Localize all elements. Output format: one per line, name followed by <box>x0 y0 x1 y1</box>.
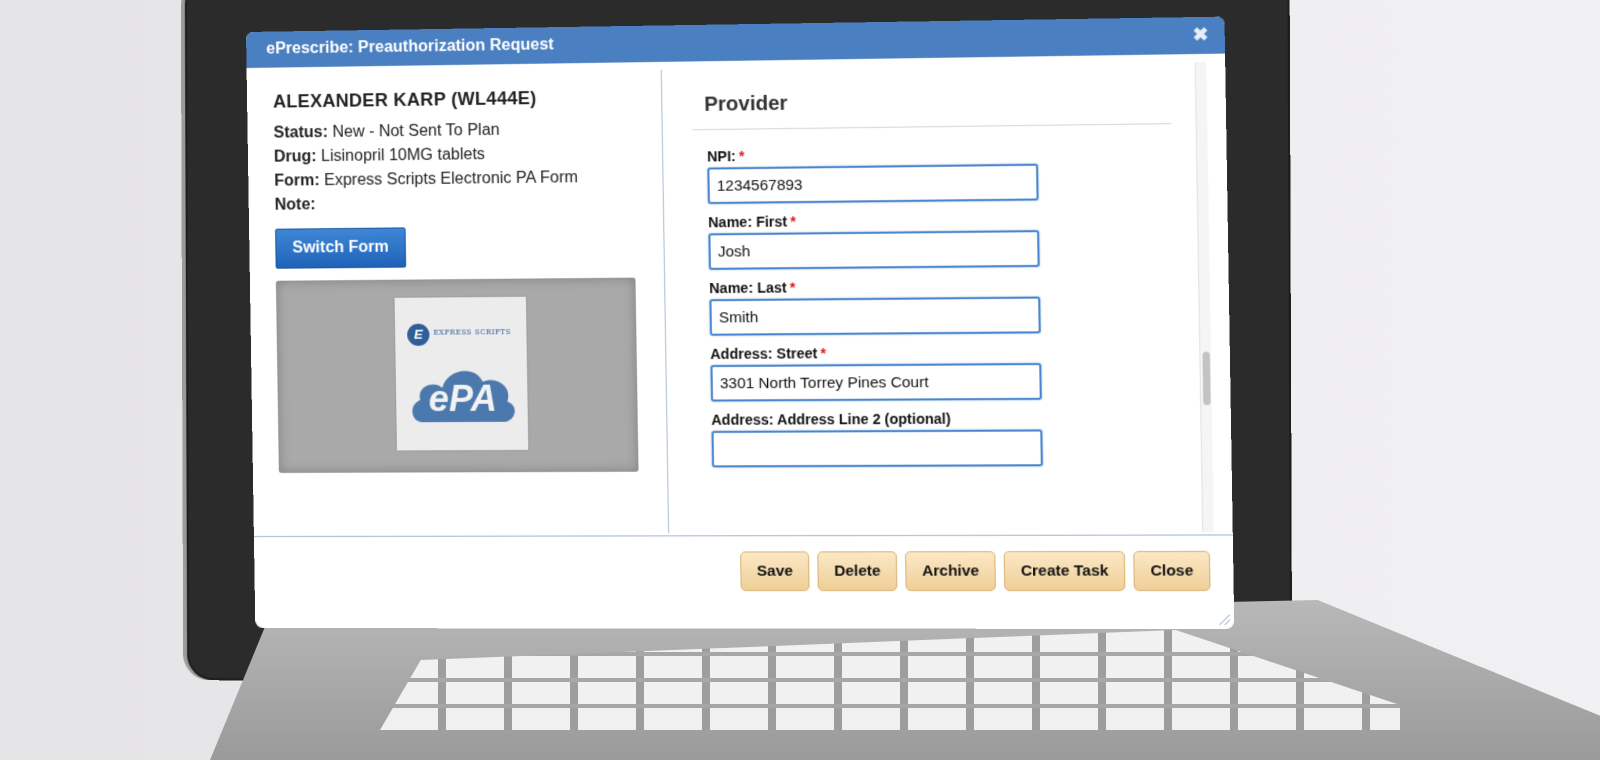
address-line2-input[interactable] <box>712 429 1043 467</box>
section-divider <box>692 123 1171 130</box>
resize-handle-icon[interactable] <box>1219 615 1230 625</box>
form-row: Form: Express Scripts Electronic PA Form <box>274 168 658 191</box>
npi-label: NPI:* <box>707 143 1180 165</box>
status-row: Status: New - Not Sent To Plan <box>273 120 657 143</box>
create-task-button[interactable]: Create Task <box>1004 551 1126 591</box>
screen: ePrescribe: Preauthorization Request ✖ A… <box>246 17 1234 629</box>
form-value: Express Scripts Electronic PA Form <box>324 169 578 189</box>
form-label: Form: <box>274 172 320 190</box>
npi-input[interactable] <box>707 164 1038 204</box>
street-label: Address: Street* <box>710 343 1183 362</box>
form-preview: E EXPRESS SCRIPTS ePA <box>276 278 639 473</box>
drug-label: Drug: <box>274 148 317 166</box>
close-button[interactable]: Close <box>1133 551 1210 591</box>
address-line2-label: Address: Address Line 2 (optional) <box>711 409 1185 428</box>
patient-summary: ALEXANDER KARP (WL444E) Status: New - No… <box>273 86 663 473</box>
note-label: Note: <box>275 196 316 213</box>
epa-text: ePA <box>414 377 512 420</box>
street-input[interactable] <box>710 363 1041 402</box>
provider-panel: Provider NPI:* Name: First* Name: Last* … <box>692 77 1187 533</box>
drug-row: Drug: Lisinopril 10MG tablets <box>274 144 658 167</box>
preauthorization-dialog: ePrescribe: Preauthorization Request ✖ A… <box>246 17 1234 629</box>
first-name-input[interactable] <box>708 230 1039 270</box>
last-name-field: Name: Last* <box>709 276 1183 336</box>
address-line2-field: Address: Address Line 2 (optional) <box>711 409 1185 467</box>
first-name-label: Name: First* <box>708 209 1181 230</box>
dialog-title: ePrescribe: Preauthorization Request <box>266 36 554 58</box>
status-value: New - Not Sent To Plan <box>332 122 500 141</box>
note-row: Note: <box>275 192 659 214</box>
first-name-field: Name: First* <box>708 209 1182 270</box>
footer-divider <box>254 534 1233 537</box>
archive-button[interactable]: Archive <box>905 551 996 591</box>
express-scripts-text: EXPRESS SCRIPTS <box>433 328 511 337</box>
save-button[interactable]: Save <box>740 551 810 591</box>
epa-logo-card: E EXPRESS SCRIPTS ePA <box>395 297 529 451</box>
patient-name: ALEXANDER KARP (WL444E) <box>273 86 657 112</box>
last-name-label: Name: Last* <box>709 276 1182 296</box>
status-label: Status: <box>273 124 328 142</box>
switch-form-button[interactable]: Switch Form <box>275 227 406 268</box>
delete-button[interactable]: Delete <box>817 551 897 591</box>
provider-title: Provider <box>704 87 1180 117</box>
street-field: Address: Street* <box>710 343 1184 402</box>
action-bar: Save Delete Archive Create Task Close <box>740 551 1210 591</box>
close-icon[interactable]: ✖ <box>1191 25 1210 44</box>
scrollbar-thumb[interactable] <box>1202 352 1210 405</box>
express-scripts-logo-icon: E <box>407 324 430 346</box>
last-name-input[interactable] <box>709 297 1040 336</box>
npi-field: NPI:* <box>707 143 1181 205</box>
drug-value: Lisinopril 10MG tablets <box>321 146 485 165</box>
scrollbar[interactable] <box>1195 62 1214 532</box>
